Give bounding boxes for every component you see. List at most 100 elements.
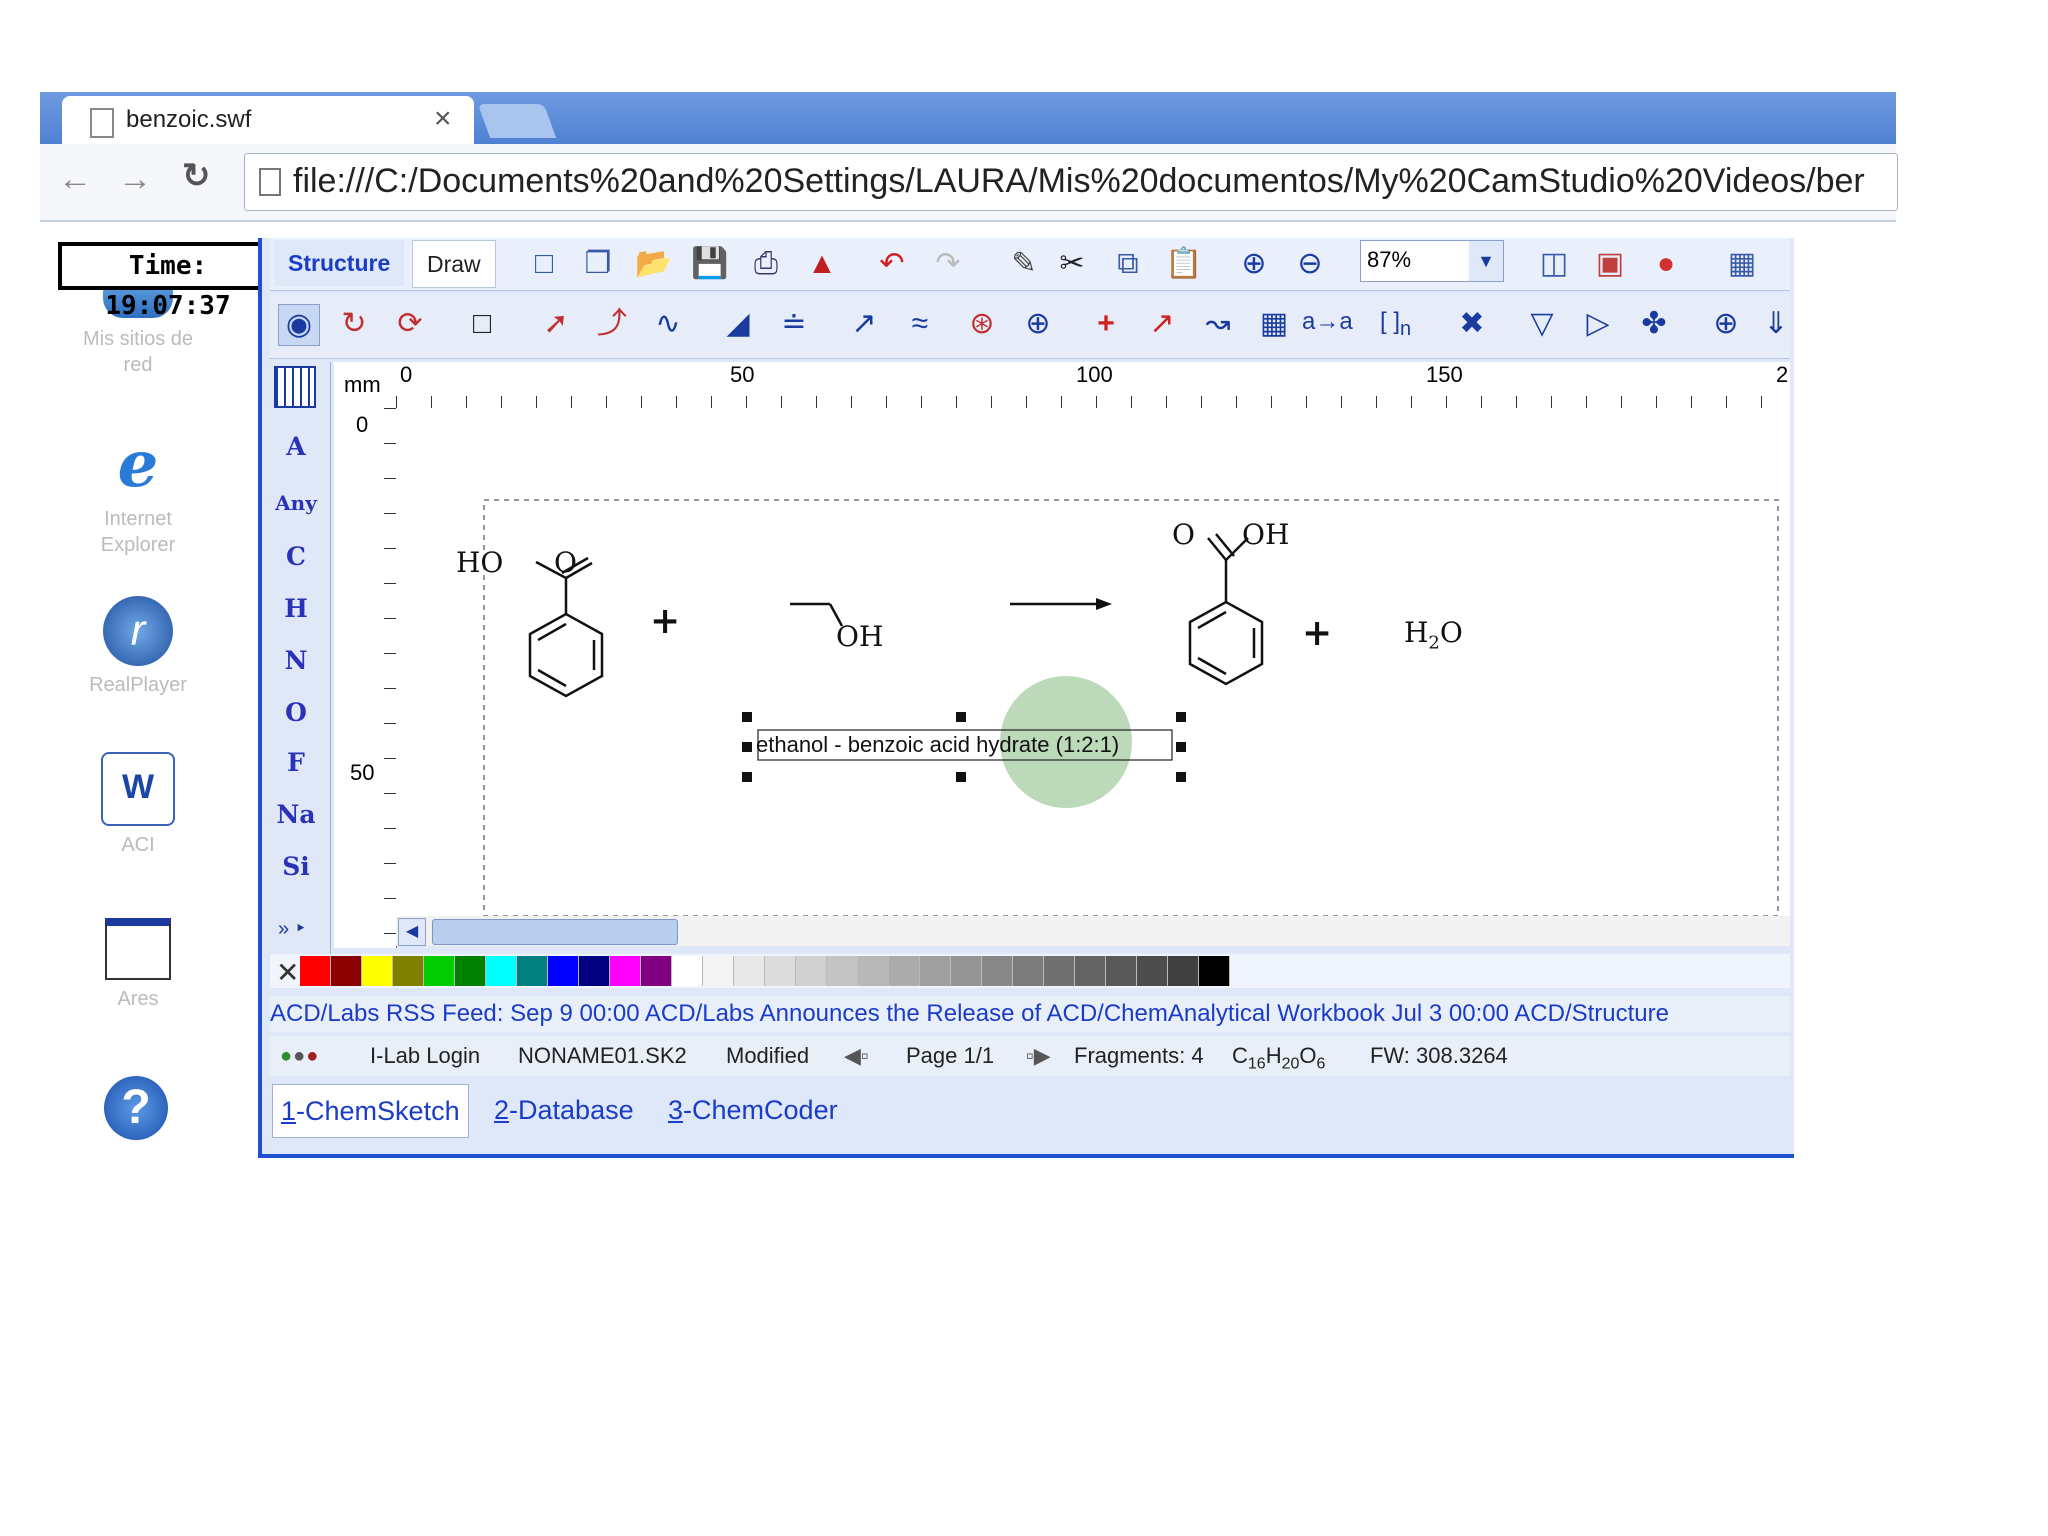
zoom-in-icon[interactable]: ⊕ [1234,244,1274,284]
save-icon[interactable]: 💾 [690,244,730,284]
color-swatch[interactable] [548,956,579,986]
color-swatch[interactable] [1044,956,1075,986]
tab-draw[interactable]: Draw [412,240,496,288]
new-tab-button[interactable] [477,104,557,138]
atom-button-c[interactable]: C [266,534,326,580]
color-swatch[interactable] [858,956,889,986]
tab-structure[interactable]: Structure [274,240,405,286]
color-swatch[interactable] [920,956,951,986]
flip-horizontal-icon[interactable]: ▷ [1578,304,1618,344]
atom-button-a[interactable]: A [266,424,326,470]
more-tools-icon[interactable]: ⇓ [1756,304,1796,344]
color-swatch[interactable] [610,956,641,986]
rotate-tool-icon[interactable]: ↻ [334,304,374,344]
atom-button-o[interactable]: O [266,690,326,736]
zigzag-tool-icon[interactable]: ∿ [648,304,688,344]
atom-button-n[interactable]: N [266,638,326,684]
tab-database[interactable]: 2-Database [486,1084,642,1136]
color-swatch[interactable] [951,956,982,986]
color-swatch[interactable] [641,956,672,986]
zoom-out-icon[interactable]: ⊖ [1290,244,1330,284]
undo-icon[interactable]: ↶ [872,244,912,284]
line-tool-icon[interactable]: ↗ [844,304,884,344]
atom-button-any[interactable]: Any [266,480,326,526]
desktop-icon-ares[interactable]: Ares [68,918,208,1012]
ilab-login[interactable]: I-Lab Login [370,1036,480,1076]
bond-tool-icon[interactable]: ➚ [536,304,576,344]
color-swatch[interactable] [982,956,1013,986]
color-swatch[interactable] [765,956,796,986]
flip-vertical-icon[interactable]: ▽ [1522,304,1562,344]
scroll-thumb[interactable] [432,919,678,945]
atom-button-na[interactable]: Na [266,792,326,838]
template-icon[interactable]: ◫ [1534,244,1574,284]
chevron-down-icon[interactable]: ▼ [1469,241,1503,281]
color-swatch[interactable] [1168,956,1199,986]
wavy-bond-icon[interactable]: ≈ [900,304,940,344]
radical-icon[interactable]: ⊛ [962,304,1002,344]
atom-mapping-icon[interactable]: a→a [1302,308,1353,336]
molecule-3d-icon[interactable]: ● [1646,244,1686,284]
drawing-canvas[interactable]: HO O + OH O OH + H2O ethanol - benzoic a… [396,408,1790,916]
close-tab-icon[interactable]: × [434,102,452,136]
new-document-icon[interactable]: □ [524,244,564,284]
color-swatch[interactable] [796,956,827,986]
arrow-tool-icon[interactable]: ↗ [1142,304,1182,344]
zoom-select[interactable]: 87% ▼ [1360,240,1504,282]
color-swatch[interactable] [827,956,858,986]
plus-icon[interactable]: + [1086,304,1126,344]
reload-icon[interactable]: ↻ [182,156,211,196]
rss-feed-ticker[interactable]: ACD/Labs RSS Feed: Sep 9 00:00 ACD/Labs … [270,996,1790,1032]
select-tool-icon[interactable]: ◉ [278,304,320,346]
color-swatch[interactable] [1106,956,1137,986]
open-folder-icon[interactable]: 📂 [634,244,674,284]
3d-rotate-icon[interactable]: ⟳ [390,304,430,344]
atom-button-si[interactable]: Si [266,844,326,890]
pdf-icon[interactable]: ▲ [802,244,842,284]
periodic-table-icon[interactable] [274,366,316,408]
select-frame-icon[interactable]: □ [462,304,502,344]
chain-tool-icon[interactable]: ⤴ [592,304,632,344]
align-icon[interactable]: ✤ [1634,304,1674,344]
image-icon[interactable]: ▣ [1590,244,1630,284]
bracket-icon[interactable]: [ ]n [1380,308,1411,341]
browser-tab[interactable]: benzoic.swf × [62,96,474,146]
color-swatch[interactable] [672,956,703,986]
color-swatch[interactable] [889,956,920,986]
atom-button-f[interactable]: F [266,740,326,786]
redo-icon[interactable]: ↷ [928,244,968,284]
desktop-icon-realplayer[interactable]: r RealPlayer [68,596,208,698]
color-swatch[interactable] [734,956,765,986]
atom-button-h[interactable]: H [266,586,326,632]
compound-caption[interactable]: ethanol - benzoic acid hydrate (1:2:1) [756,732,1119,758]
wedge-bond-icon[interactable]: ◢ [718,304,758,344]
clean-structure-icon[interactable]: ✖ [1452,304,1492,344]
color-swatch[interactable] [331,956,362,986]
eraser-icon[interactable]: ✎ [1004,244,1044,284]
print-icon[interactable]: ⎙ [746,244,786,284]
color-swatch[interactable] [517,956,548,986]
group-icon[interactable]: ⊕ [1706,304,1746,344]
color-swatch[interactable] [1199,956,1230,986]
forward-arrow-icon[interactable]: → [118,160,152,199]
table-icon[interactable]: ▦ [1254,304,1294,344]
color-swatch[interactable] [362,956,393,986]
chart-icon[interactable]: ▦ [1722,244,1762,284]
color-swatch[interactable] [579,956,610,986]
charge-icon[interactable]: ⊕ [1018,304,1058,344]
expand-panel-icon[interactable]: » ‣ [278,916,306,941]
color-swatch[interactable] [703,956,734,986]
color-swatch[interactable] [300,956,331,986]
color-swatch[interactable] [424,956,455,986]
copy-icon[interactable]: ⧉ [1108,244,1148,284]
help-icon[interactable]: ? [104,1076,168,1140]
color-swatch[interactable] [393,956,424,986]
hash-bond-icon[interactable]: ≐ [774,304,814,344]
cut-icon[interactable]: ✂ [1052,244,1092,284]
tab-chemsketch[interactable]: 1-ChemSketch [272,1084,469,1138]
new-page-icon[interactable]: ❐ [578,244,618,284]
color-swatch[interactable] [486,956,517,986]
desktop-icon-ie[interactable]: e Internet Explorer [68,430,208,558]
color-swatch[interactable] [1013,956,1044,986]
desktop-icon-word[interactable]: W ACI [68,752,208,858]
